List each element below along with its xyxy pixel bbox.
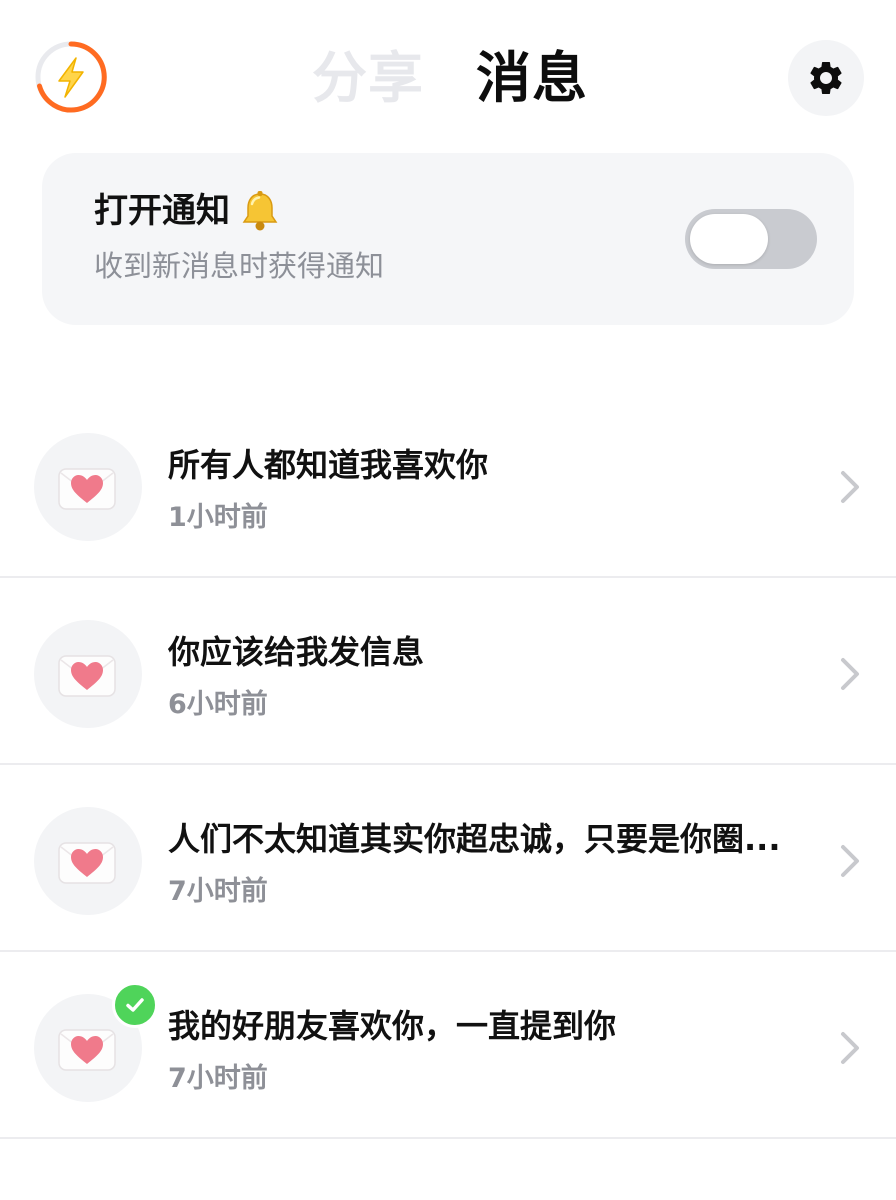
message-item[interactable]: 人们不太知道其实你超忠诚，只要是你圈... 7小时前 [0, 765, 896, 952]
lightning-bolt-icon [35, 41, 107, 113]
message-time: 1小时前 [168, 502, 268, 533]
bell-icon [242, 191, 278, 231]
message-item[interactable]: 我的好朋友喜欢你，一直提到你 7小时前 [0, 952, 896, 1139]
message-avatar [34, 982, 158, 1102]
tab-messages[interactable]: 消息 [476, 40, 588, 116]
heart-envelope-icon [58, 655, 116, 697]
message-avatar [34, 620, 142, 728]
notification-toggle[interactable] [685, 209, 817, 269]
chevron-right-icon [841, 471, 859, 503]
notification-title-row: 打开通知 [94, 187, 282, 235]
message-title: 人们不太知道其实你超忠诚，只要是你圈... [168, 820, 781, 858]
chevron-right-icon [841, 845, 859, 877]
tab-share[interactable]: 分享 [312, 40, 424, 116]
message-title: 我的好朋友喜欢你，一直提到你 [168, 1007, 617, 1045]
header-tabs: 分享 消息 [312, 40, 588, 116]
message-avatar [34, 433, 142, 541]
toggle-knob [690, 214, 768, 264]
heart-envelope-icon [58, 468, 116, 510]
message-time: 7小时前 [168, 1063, 268, 1094]
message-time: 7小时前 [168, 876, 268, 907]
chevron-right-icon [841, 1032, 859, 1064]
message-item[interactable]: 所有人都知道我喜欢你 1小时前 [0, 391, 896, 578]
messages-screen: 分享 消息 打开通知 收到新消息时获得通知 所有人都知道我喜欢你 1小时前 你应… [0, 0, 896, 1200]
message-avatar [34, 807, 142, 915]
message-time: 6小时前 [168, 689, 268, 720]
heart-envelope-icon [58, 1029, 116, 1071]
boost-button[interactable] [32, 38, 110, 116]
checkmark-icon [126, 998, 144, 1012]
notification-card: 打开通知 收到新消息时获得通知 [42, 153, 854, 325]
settings-button[interactable] [788, 40, 864, 116]
gear-icon [810, 61, 842, 94]
notification-title: 打开通知 [94, 191, 230, 231]
message-title: 你应该给我发信息 [168, 633, 425, 671]
message-item[interactable]: 你应该给我发信息 6小时前 [0, 578, 896, 765]
heart-envelope-icon [58, 842, 116, 884]
chevron-right-icon [841, 658, 859, 690]
message-list: 所有人都知道我喜欢你 1小时前 你应该给我发信息 6小时前 人们不太知道其实你超… [0, 391, 896, 1139]
read-check-badge [112, 982, 158, 1028]
notification-subtitle: 收到新消息时获得通知 [94, 249, 385, 283]
message-title: 所有人都知道我喜欢你 [168, 446, 489, 484]
